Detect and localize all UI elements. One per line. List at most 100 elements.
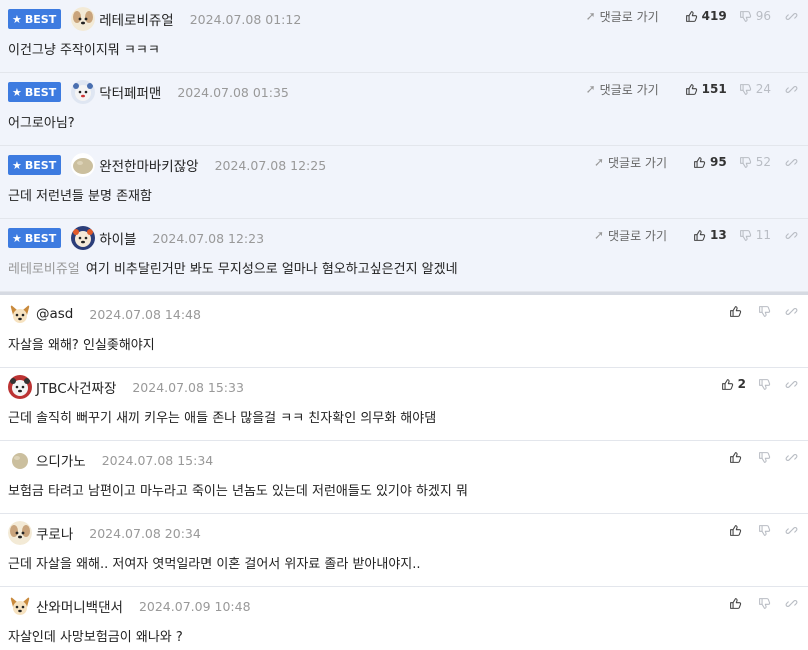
avatar[interactable]	[71, 80, 96, 104]
link-icon	[785, 380, 798, 388]
comment-header: @asd 2024.07.08 14:48	[8, 302, 201, 326]
comment-row: @asd 2024.07.08 14:48 자살을 왜해? 인실좆해야지	[0, 295, 808, 368]
like-button[interactable]: 13	[693, 228, 727, 242]
thumbs-up-icon	[694, 156, 706, 168]
reply-mention[interactable]: 레테로비쥬얼	[8, 262, 80, 277]
dislike-button[interactable]	[758, 451, 771, 464]
comment-text: 근데 저런년들 분명 존재함	[8, 189, 152, 204]
avatar[interactable]	[8, 448, 32, 472]
share-link-button[interactable]	[785, 83, 798, 96]
share-link-button[interactable]	[785, 229, 798, 242]
avatar[interactable]	[8, 594, 32, 618]
dislike-button[interactable]: 24	[739, 82, 771, 96]
share-link-button[interactable]	[785, 10, 798, 23]
comment-actions: ➚ 댓글로 가기 95 52	[594, 152, 798, 172]
like-count: 95	[710, 155, 727, 169]
comment-date: 2024.07.08 14:48	[89, 306, 201, 322]
like-count: 2	[737, 377, 746, 391]
dislike-count: 24	[755, 82, 771, 96]
arrow-icon: ➚	[593, 228, 604, 242]
like-button[interactable]: 151	[685, 82, 727, 96]
like-button[interactable]: 2	[721, 377, 746, 391]
comment-header: 으디가노 2024.07.08 15:34	[8, 448, 214, 472]
share-link-button[interactable]	[785, 451, 798, 464]
comment-date: 2024.07.08 15:33	[132, 379, 244, 395]
dislike-count: 96	[755, 9, 771, 23]
like-button[interactable]	[729, 451, 746, 464]
best-comment-row: ★ BEST 하이블 2024.07.08 12:23 ➚ 댓글로 가기 13 11…	[0, 219, 808, 292]
dislike-button[interactable]	[758, 524, 771, 537]
comment-actions: ➚ 댓글로 가기 151 24	[586, 79, 798, 99]
star-icon: ★	[12, 158, 22, 172]
link-icon	[785, 526, 798, 534]
best-badge: ★ BEST	[8, 82, 62, 102]
thumbs-up-icon	[694, 229, 706, 241]
arrow-icon: ➚	[585, 82, 596, 96]
thumbs-up-icon	[730, 524, 742, 536]
like-button[interactable]	[729, 305, 746, 318]
comment-list: ★ BEST 레테로비쥬얼 2024.07.08 01:12 ➚ 댓글로 가기 41…	[0, 0, 808, 650]
comment-actions	[717, 593, 798, 613]
like-button[interactable]	[729, 597, 746, 610]
go-to-comment-link[interactable]: ➚ 댓글로 가기	[586, 81, 659, 98]
dislike-button[interactable]	[758, 378, 771, 391]
link-icon	[785, 12, 798, 20]
avatar[interactable]	[71, 153, 96, 177]
arrow-icon: ➚	[593, 155, 604, 169]
thumbs-up-icon	[685, 83, 697, 95]
go-to-comment-link[interactable]: ➚ 댓글로 가기	[594, 154, 667, 171]
comment-actions	[717, 520, 798, 540]
nickname[interactable]: 완전한마바키잖앙	[99, 155, 198, 175]
comment-date: 2024.07.08 12:23	[152, 230, 265, 246]
comment-text: 자살을 왜해? 인실좆해야지	[8, 338, 155, 353]
dislike-button[interactable]	[758, 597, 771, 610]
comment-header: ★ BEST 레테로비쥬얼 2024.07.08 01:12	[8, 7, 301, 31]
avatar[interactable]	[71, 226, 96, 250]
nickname[interactable]: @asd	[36, 306, 73, 322]
puppy-avatar-icon	[71, 7, 96, 31]
comment-header: ★ BEST 완전한마바키잖앙 2024.07.08 12:25	[8, 153, 326, 177]
comment-header: ★ BEST 닥터페퍼맨 2024.07.08 01:35	[8, 80, 289, 104]
comment-header: JTBC사건짜장 2024.07.08 15:33	[8, 375, 244, 399]
like-count: 419	[701, 9, 727, 23]
bear-avatar-icon	[71, 226, 96, 250]
comment-date: 2024.07.08 01:35	[177, 84, 289, 100]
comment-text: 어그로아님?	[8, 116, 75, 131]
dislike-button[interactable]	[758, 305, 771, 318]
thumbs-up-icon	[721, 378, 733, 390]
go-to-comment-link[interactable]: ➚ 댓글로 가기	[594, 227, 667, 244]
avatar[interactable]	[8, 521, 32, 545]
dislike-button[interactable]: 96	[739, 9, 771, 23]
like-button[interactable]: 95	[693, 155, 727, 169]
nickname[interactable]: JTBC사건짜장	[36, 377, 116, 397]
go-to-comment-link[interactable]: ➚ 댓글로 가기	[586, 8, 659, 25]
share-link-button[interactable]	[785, 597, 798, 610]
comment-text-content: 여기 비추달린거만 봐도 무지성으로 얼마나 혐오하고싶은건지 알겠네	[85, 262, 458, 277]
nickname[interactable]: 산와머니백댄서	[36, 596, 123, 616]
nickname[interactable]: 레테로비쥬얼	[99, 9, 174, 29]
avatar[interactable]	[71, 7, 96, 31]
avatar[interactable]	[8, 375, 32, 399]
share-link-button[interactable]	[785, 156, 798, 169]
best-comment-row: ★ BEST 완전한마바키잖앙 2024.07.08 12:25 ➚ 댓글로 가기 …	[0, 146, 808, 219]
nickname[interactable]: 으디가노	[36, 450, 86, 470]
comment-header: ★ BEST 하이블 2024.07.08 12:23	[8, 226, 265, 250]
nickname[interactable]: 하이블	[99, 228, 136, 248]
comment-date: 2024.07.08 15:34	[101, 452, 214, 468]
comment-row: JTBC사건짜장 2024.07.08 15:33 2 근데 솔직히 뻐꾸기 새…	[0, 368, 808, 441]
thumbs-up-icon	[730, 305, 742, 317]
nickname[interactable]: 닥터페퍼맨	[99, 82, 161, 102]
share-link-button[interactable]	[785, 305, 798, 318]
like-button[interactable]	[729, 524, 746, 537]
star-icon: ★	[12, 85, 22, 99]
thumbs-down-icon	[739, 10, 751, 22]
like-button[interactable]: 419	[685, 9, 727, 23]
comment-actions	[717, 301, 798, 321]
dislike-button[interactable]: 11	[739, 228, 771, 242]
dislike-button[interactable]: 52	[739, 155, 771, 169]
share-link-button[interactable]	[785, 378, 798, 391]
avatar[interactable]	[8, 302, 32, 326]
share-link-button[interactable]	[785, 524, 798, 537]
comment-actions: ➚ 댓글로 가기 419 96	[586, 6, 798, 26]
nickname[interactable]: 쿠로나	[36, 523, 73, 543]
